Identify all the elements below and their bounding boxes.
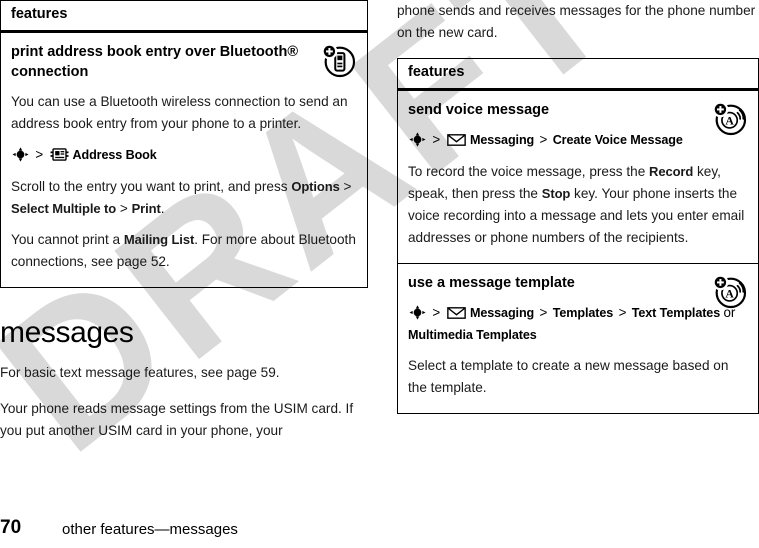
joystick-icon	[409, 305, 426, 320]
nav-path-create-voice-message: > Messaging > Create Voice Message	[408, 129, 748, 152]
nav-item-templates[interactable]: Templates	[553, 306, 614, 320]
menu-key-select-multiple[interactable]: Select Multiple to	[11, 201, 116, 216]
feature-instruction-record: To record the voice message, press the R…	[408, 161, 748, 249]
menu-key-options[interactable]: Options	[291, 179, 340, 194]
nav-item-create-voice-message[interactable]: Create Voice Message	[553, 133, 683, 147]
note-text-lead: You cannot print a	[11, 231, 124, 247]
nav-path-address-book: > Address Book	[11, 144, 357, 167]
feature-title: send voice message	[408, 101, 550, 118]
svg-text:A: A	[725, 287, 734, 300]
feature-description: Select a template to create a new messag…	[408, 358, 729, 396]
nav-separator: >	[539, 131, 548, 147]
nav-item-multimedia-templates[interactable]: Multimedia Templates	[408, 328, 537, 342]
joystick-icon	[12, 147, 29, 162]
nav-path-templates: > Messaging > Templates > Text Templates…	[408, 302, 748, 346]
feature-row-print-address-book: print address book entry over Bluetooth®…	[1, 33, 367, 287]
message-template-icon: A	[712, 274, 747, 308]
nav-item-label[interactable]: Address Book	[72, 148, 156, 162]
section-paragraph-usim: Your phone reads message settings from t…	[0, 400, 354, 438]
joystick-icon	[409, 132, 426, 147]
print-over-bluetooth-icon	[321, 43, 356, 78]
svg-text:A: A	[725, 114, 734, 127]
instruction-period: .	[160, 200, 165, 216]
nav-item-messaging[interactable]: Messaging	[470, 306, 534, 320]
menu-separator-1: >	[339, 178, 352, 194]
nav-separator: >	[432, 131, 441, 147]
instruction-text-lead: Scroll to the entry you want to print, a…	[11, 178, 292, 194]
voice-message-icon: A	[712, 101, 747, 136]
nav-separator: >	[432, 304, 441, 320]
table-header-features: features	[1, 1, 367, 33]
envelope-icon	[446, 134, 466, 146]
page-content: features print address book entry over B…	[0, 0, 759, 548]
feature-title: use a message template	[408, 274, 575, 291]
softkey-stop[interactable]: Stop	[542, 186, 571, 201]
feature-title: print address book entry over Bluetooth®…	[11, 43, 299, 80]
menu-separator-2: >	[116, 200, 132, 216]
right-column: phone sends and receives messages for th…	[397, 0, 759, 415]
nav-separator: >	[539, 304, 548, 320]
feature-instruction-scroll: Scroll to the entry you want to print, a…	[11, 176, 357, 220]
feature-row-use-message-template: A use a message template > Messaging > T…	[398, 262, 758, 413]
menu-key-mailing-list[interactable]: Mailing List	[124, 232, 194, 247]
section-heading-messages: messages	[0, 315, 134, 349]
section-paragraph-basic-features: For basic text message features, see pag…	[0, 364, 280, 380]
envelope-icon	[446, 306, 466, 319]
address-book-icon	[50, 148, 69, 161]
page-number: 70	[0, 517, 22, 538]
features-table-print: features print address book entry over B…	[0, 0, 368, 288]
feature-row-send-voice-message: A send voice message > Messaging > Creat…	[398, 91, 758, 263]
record-text-lead: To record the voice message, press the	[408, 163, 650, 179]
continued-paragraph: phone sends and receives messages for th…	[397, 3, 756, 41]
menu-key-print[interactable]: Print	[132, 201, 161, 216]
nav-separator: >	[35, 146, 44, 162]
features-table-messages: features A send voice message > Messagin…	[397, 58, 759, 415]
softkey-record[interactable]: Record	[649, 164, 693, 179]
feature-description: You can use a Bluetooth wireless connect…	[11, 93, 348, 131]
nav-item-messaging[interactable]: Messaging	[470, 133, 534, 147]
nav-separator: >	[618, 304, 627, 320]
left-column: features print address book entry over B…	[0, 0, 368, 456]
table-header-features: features	[398, 59, 758, 91]
footer-title: other features—messages	[62, 521, 238, 538]
nav-item-text-templates[interactable]: Text Templates	[632, 306, 721, 320]
feature-note-mailing-list: You cannot print a Mailing List. For mor…	[11, 229, 357, 273]
